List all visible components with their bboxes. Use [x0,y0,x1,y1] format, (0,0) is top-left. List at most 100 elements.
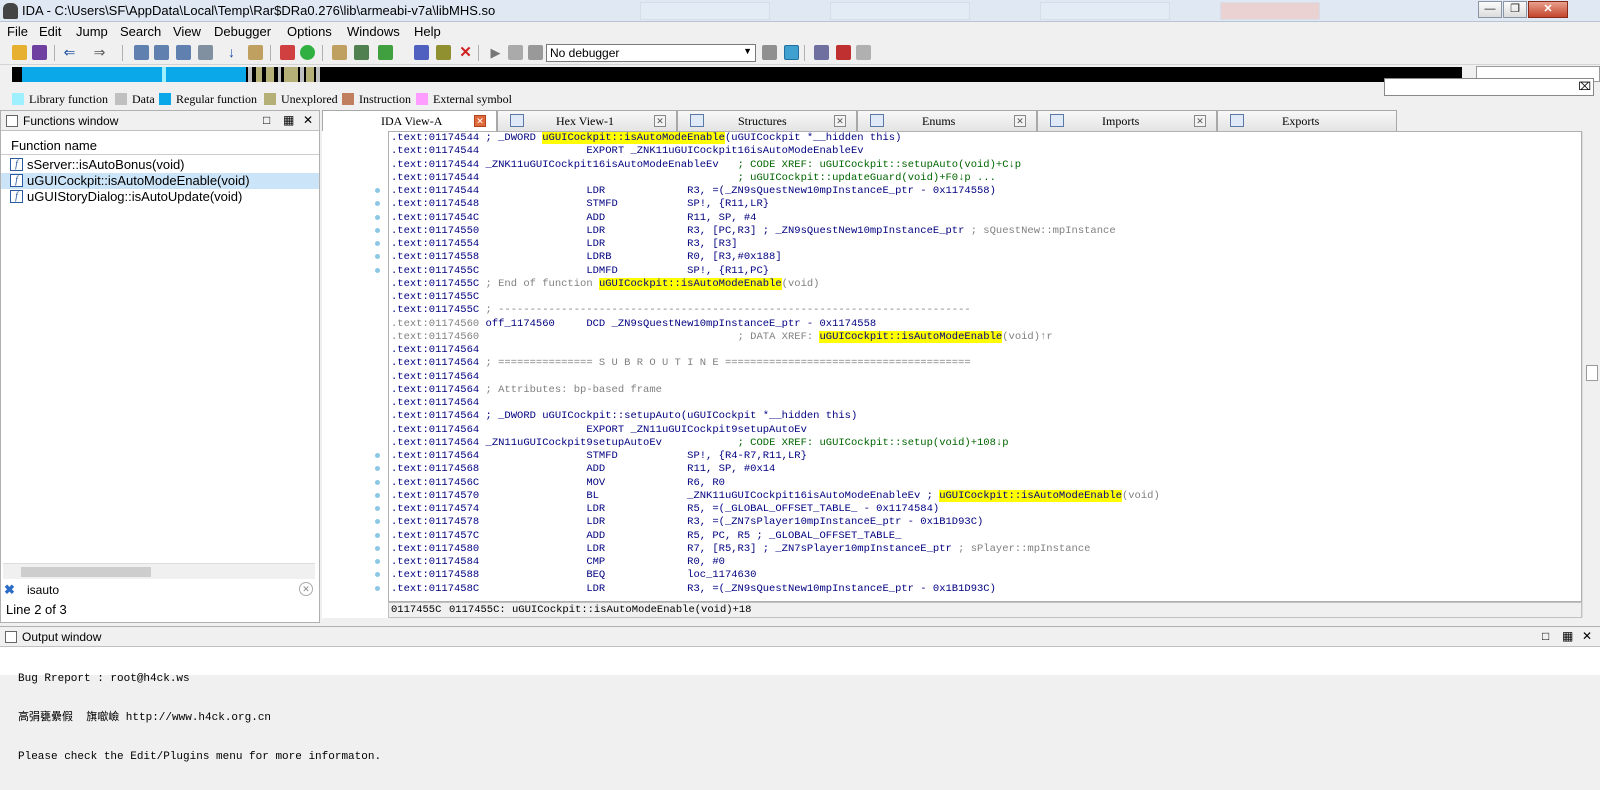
menu-file[interactable]: File [7,24,28,39]
menu-search[interactable]: Search [120,24,161,39]
breakpoint-list-icon[interactable] [814,45,829,60]
disassembly-line[interactable]: .text:0117457C ADD R5, PC, R5 ; _GLOBAL_… [391,530,1581,543]
save-icon[interactable] [32,45,47,60]
disassembly-line[interactable]: .text:01174564 [391,397,1581,410]
forward-icon[interactable]: ⇒ [92,45,107,60]
down-arrow-icon[interactable]: ↓ [224,45,239,60]
disassembly-line[interactable]: .text:01174560 off_1174560 DCD _ZN9sQues… [391,318,1581,331]
quick-search-box[interactable]: ⌧ [1384,78,1594,96]
close-button[interactable]: ✕ [1528,1,1568,18]
disassembly-line[interactable]: .text:01174584 CMP R0, #0 [391,556,1581,569]
horizontal-scrollbar[interactable] [3,563,315,579]
disassembly-line[interactable]: .text:0117455C ; End of function uGUICoc… [391,277,1581,291]
list-icon[interactable] [198,45,213,60]
disassembly-line[interactable]: .text:01174564 ; Attributes: bp-based fr… [391,384,1581,397]
jump-icon[interactable] [248,45,263,60]
disassembly-line[interactable]: .text:01174564 [391,344,1581,357]
function-list-item[interactable]: f sServer::isAutoBonus(void) [1,157,319,173]
menu-windows[interactable]: Windows [347,24,400,39]
menu-debugger[interactable]: Debugger [214,24,271,39]
disassembly-line[interactable]: .text:01174570 BL _ZNK11uGUICockpit16isA… [391,489,1581,503]
close-icon[interactable]: ✕ [1582,629,1592,643]
disassembly-line[interactable]: .text:01174564 ; =============== S U B R… [391,357,1581,370]
close-icon[interactable]: ✕ [654,115,666,127]
disassembly-line[interactable]: .text:01174544 _ZNK11uGUICockpit16isAuto… [391,159,1581,172]
disassembly-line[interactable]: .text:0117455C LDMFD SP!, {R11,PC} [391,265,1581,278]
disassembly-line[interactable]: .text:01174544 LDR R3, =(_ZN9sQuestNew10… [391,185,1581,198]
disassembly-line[interactable]: .text:01174578 LDR R3, =(_ZN7sPlayer10mp… [391,516,1581,529]
disassembly-line[interactable]: .text:01174564 STMFD SP!, {R4-R7,R11,LR} [391,450,1581,463]
function-list-item[interactable]: f uGUICockpit::isAutoModeEnable(void) [1,173,319,189]
disassembly-line[interactable]: .text:01174544 ; uGUICockpit::updateGuar… [391,172,1581,185]
function-name-column-header[interactable]: Function name [1,135,319,155]
filter-input[interactable]: isauto [27,583,59,597]
disassembly-view[interactable]: .text:01174544 ; _DWORD uGUICockpit::isA… [388,131,1582,602]
copy-icon[interactable] [134,45,149,60]
disassembly-line[interactable]: .text:01174564 _ZN11uGUICockpit9setupAut… [391,437,1581,450]
stop-icon[interactable] [528,45,543,60]
float-icon[interactable]: □ [1542,629,1549,643]
disassembly-line[interactable]: .text:01174550 LDR R3, [PC,R3] ; _ZN9sQu… [391,225,1581,238]
graph-nodes-icon[interactable] [378,45,393,60]
disassembly-line[interactable]: .text:01174554 LDR R3, [R3] [391,238,1581,251]
disassembly-line[interactable]: .text:01174548 STMFD SP!, {R11,LR} [391,198,1581,211]
debugger-settings-icon[interactable] [762,45,777,60]
disassembly-line[interactable]: .text:0117455C ; -----------------------… [391,304,1581,317]
pause-icon[interactable] [508,45,523,60]
tab-ida-view-a[interactable]: IDA View-A ✕ [322,110,497,132]
close-icon[interactable]: ✕ [474,115,486,127]
navigation-band[interactable] [12,67,1462,82]
play-icon[interactable]: ▶ [488,45,503,60]
disassembly-line[interactable]: .text:01174588 BEQ loc_1174630 [391,569,1581,582]
tab-imports[interactable]: Imports ✕ [1037,110,1217,131]
menu-options[interactable]: Options [287,24,332,39]
disassembly-line[interactable]: .text:01174564 EXPORT _ZN11uGUICockpit9s… [391,424,1581,437]
menu-edit[interactable]: Edit [39,24,61,39]
close-icon[interactable]: ✕ [1014,115,1026,127]
function-list-item[interactable]: f uGUIStoryDialog::isAutoUpdate(void) [1,189,319,205]
close-icon[interactable]: ⌧ [1578,80,1591,93]
graph-icon[interactable] [280,45,295,60]
structure-icon[interactable] [414,45,429,60]
run-circle-icon[interactable] [300,45,315,60]
disassembly-line[interactable]: .text:0117456C MOV R6, R0 [391,477,1581,490]
minimize-button[interactable]: — [1478,1,1502,18]
tab-structures[interactable]: Structures ✕ [677,110,857,131]
clear-filter-icon[interactable]: ✕ [299,582,313,596]
disassembly-line[interactable]: .text:01174574 LDR R5, =(_GLOBAL_OFFSET_… [391,503,1581,516]
disassembly-line[interactable]: .text:01174580 LDR R7, [R5,R3] ; _ZN7sPl… [391,543,1581,556]
restore-icon[interactable]: ▦ [1562,629,1573,643]
float-icon[interactable]: □ [263,113,270,127]
disassembly-line[interactable]: .text:01174544 ; _DWORD uGUICockpit::isA… [391,132,1581,145]
close-icon[interactable]: ✕ [834,115,846,127]
tab-exports[interactable]: Exports [1217,110,1397,131]
close-icon[interactable]: ✕ [303,113,313,127]
disassembly-line[interactable]: .text:01174560 ; DATA XREF: uGUICockpit:… [391,330,1581,344]
disassembly-line[interactable]: .text:0117458C LDR R3, =(_ZN9sQuestNew10… [391,583,1581,596]
copy-icon[interactable] [154,45,169,60]
debugger-select[interactable]: No debugger ▼ [546,44,756,62]
filter-clear-icon[interactable]: ✖ [4,582,15,598]
back-icon[interactable]: ⇐ [62,45,77,60]
xref-icon[interactable] [332,45,347,60]
flow-icon[interactable] [354,45,369,60]
search-icon[interactable] [176,45,191,60]
menu-view[interactable]: View [173,24,201,39]
disassembly-line[interactable]: .text:0117454C ADD R11, SP, #4 [391,212,1581,225]
disassembly-line[interactable]: .text:01174568 ADD R11, SP, #0x14 [391,463,1581,476]
scrollbar-thumb[interactable] [21,567,151,577]
vertical-scrollbar[interactable] [1582,131,1600,618]
open-icon[interactable] [12,45,27,60]
disassembly-line[interactable]: .text:01174544 EXPORT _ZNK11uGUICockpit1… [391,145,1581,158]
disassembly-line[interactable]: .text:01174564 ; _DWORD uGUICockpit::set… [391,410,1581,423]
attach-icon[interactable] [784,45,799,60]
menu-jump[interactable]: Jump [76,24,108,39]
scrollbar-thumb[interactable] [1586,365,1598,381]
delete-icon[interactable]: ✕ [458,45,473,60]
breakpoint-icon[interactable] [836,45,851,60]
edit-icon[interactable] [436,45,451,60]
disassembly-line[interactable]: .text:01174564 [391,371,1581,384]
maximize-button[interactable]: ❐ [1503,1,1527,18]
trace-icon[interactable] [856,45,871,60]
tab-hex-view[interactable]: Hex View-1 ✕ [497,110,677,131]
